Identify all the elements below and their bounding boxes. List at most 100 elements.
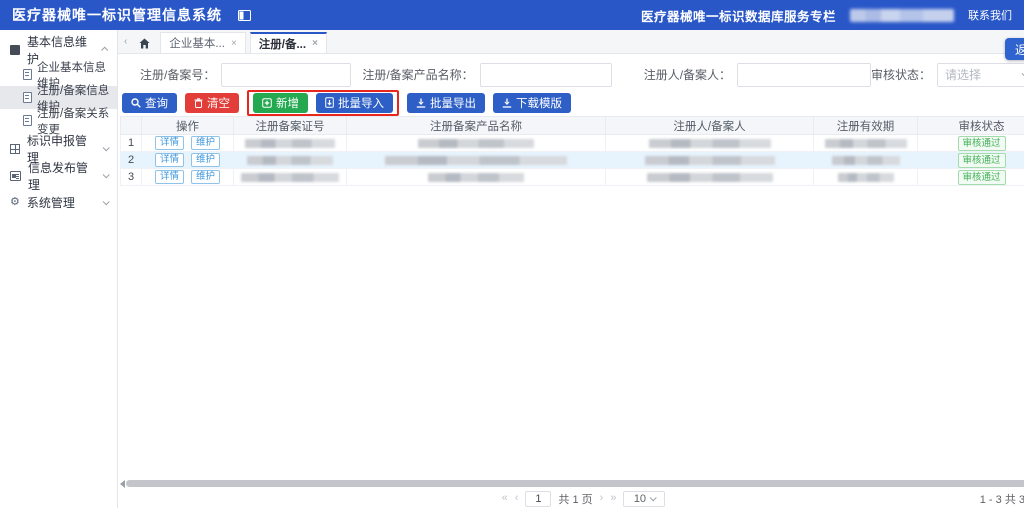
app-header: 医疗器械唯一标识管理信息系统 医疗器械唯一标识数据库服务专栏 联系我们 [0, 0, 1024, 30]
tab-enterprise-basic[interactable]: 企业基本... × [160, 32, 245, 53]
contact-us-link[interactable]: 联系我们 [968, 7, 1012, 23]
chevron-down-icon [103, 198, 110, 205]
next-page-icon[interactable]: › [600, 493, 604, 504]
cert-no-input[interactable] [221, 63, 351, 87]
redacted-text [385, 156, 567, 165]
portal-title[interactable]: 医疗器械唯一标识数据库服务专栏 [641, 6, 836, 25]
home-icon[interactable] [139, 38, 150, 49]
prev-page-icon[interactable]: ‹ [515, 493, 519, 504]
chevron-up-icon [101, 47, 108, 54]
sidebar-group-system-manage[interactable]: ⚙ 系统管理 [0, 189, 117, 216]
horizontal-scrollbar [120, 479, 1024, 488]
registrant-cell [606, 169, 814, 186]
table-row: 3 详情 维护 审核通过 [121, 169, 1024, 186]
main-content: ‹ 企业基本... × 注册/备... × › 返回 注册/备案号： 注册/备 [118, 30, 1024, 508]
audit-status-select[interactable]: 请选择 [937, 63, 1024, 87]
clear-button[interactable]: 清空 [185, 93, 239, 113]
col-operation: 操作 [142, 117, 234, 135]
audit-status-value: 请选择 [945, 66, 981, 83]
page-size-select[interactable]: 10 [623, 491, 665, 507]
scroll-left-arrow-icon[interactable] [120, 480, 125, 488]
app-title: 医疗器械唯一标识管理信息系统 [12, 5, 222, 25]
redacted-text [825, 139, 907, 148]
sidebar: 基本信息维护 企业基本信息维护 注册/备案信息维护 注册/备案关系变更 标识申报… [0, 30, 118, 508]
product-name-cell [347, 135, 606, 152]
page-number-input[interactable] [525, 491, 551, 507]
filter-cert-no: 注册/备案号： [140, 63, 351, 87]
col-registrant: 注册人/备案人 [606, 117, 814, 135]
sidebar-group-label: 系统管理 [27, 194, 75, 211]
table-row: 1 详情 维护 审核通过 [121, 135, 1024, 152]
results-table: 操作 注册备案证号 注册备案产品名称 注册人/备案人 注册有效期 审核状态 1 … [120, 116, 1024, 186]
redacted-text [832, 156, 900, 165]
pagination-bar: « ‹ 共 1 页 › » 10 1 - 3 共 3 条 [118, 489, 1024, 508]
operation-cell: 详情 维护 [142, 152, 234, 169]
col-validity: 注册有效期 [814, 117, 918, 135]
clear-button-label: 清空 [207, 95, 230, 111]
close-icon[interactable]: × [312, 38, 318, 49]
validity-cell [814, 152, 918, 169]
product-name-cell [347, 169, 606, 186]
sidebar-group-label: 信息发布管理 [28, 159, 96, 193]
maintain-button[interactable]: 维护 [191, 153, 220, 167]
status-badge: 审核通过 [958, 153, 1006, 168]
col-product-name: 注册备案产品名称 [347, 117, 606, 135]
row-number: 3 [121, 169, 142, 186]
validity-cell [814, 169, 918, 186]
table-header-row: 操作 注册备案证号 注册备案产品名称 注册人/备案人 注册有效期 审核状态 [121, 117, 1024, 135]
col-row-number [121, 117, 142, 135]
product-name-input[interactable] [480, 63, 612, 87]
redacted-text [838, 173, 894, 182]
validity-cell [814, 135, 918, 152]
detail-button[interactable]: 详情 [155, 136, 184, 150]
query-button[interactable]: 查询 [122, 93, 177, 113]
table-row: 2 详情 维护 审核通过 [121, 152, 1024, 169]
download-template-button[interactable]: 下载模版 [493, 93, 571, 113]
maintain-button[interactable]: 维护 [191, 136, 220, 150]
toolbar: 查询 清空 新增 批量导入 批量导出 [118, 90, 1024, 115]
cert-no-cell [234, 152, 347, 169]
layout-toggle-icon[interactable] [238, 10, 251, 21]
maintain-button[interactable]: 维护 [191, 170, 220, 184]
tab-scroll-left-icon[interactable]: ‹ [124, 36, 127, 47]
detail-button[interactable]: 详情 [155, 153, 184, 167]
document-icon [23, 115, 32, 126]
batch-import-button-label: 批量导入 [338, 95, 384, 111]
gear-icon: ⚙ [10, 197, 20, 208]
redacted-text [241, 173, 339, 182]
status-cell: 审核通过 [918, 152, 1024, 169]
back-button[interactable]: 返回 [1005, 38, 1024, 60]
filter-audit-status: 审核状态： 请选择 [871, 63, 1024, 87]
batch-export-button-label: 批量导出 [430, 95, 476, 111]
close-icon[interactable]: × [231, 38, 237, 49]
plus-icon [262, 98, 272, 108]
cert-no-cell [234, 169, 347, 186]
batch-export-button[interactable]: 批量导出 [407, 93, 485, 113]
user-org-redacted [850, 9, 954, 22]
detail-button[interactable]: 详情 [155, 170, 184, 184]
tab-bar: ‹ 企业基本... × 注册/备... × › [118, 30, 1024, 54]
batch-import-button[interactable]: 批量导入 [316, 93, 393, 113]
last-page-icon[interactable]: » [610, 493, 616, 504]
registrant-cell [606, 152, 814, 169]
filter-form: 注册/备案号： 注册/备案产品名称： 注册人/备案人： 审核状态： 请选择 [118, 54, 1024, 89]
scrollbar-thumb[interactable] [126, 480, 1024, 487]
operation-cell: 详情 维护 [142, 135, 234, 152]
download-icon [502, 98, 512, 108]
cert-no-cell [234, 135, 347, 152]
sidebar-group-info-publish[interactable]: 信息发布管理 [0, 162, 117, 189]
registrant-input[interactable] [737, 63, 871, 87]
filter-registrant: 注册人/备案人： [644, 63, 871, 87]
sidebar-item-registration-change[interactable]: 注册/备案关系变更 [0, 109, 117, 132]
grid-icon [10, 144, 20, 154]
record-range-text: 1 - 3 共 3 条 [980, 491, 1024, 507]
page-size-value: 10 [634, 493, 646, 505]
add-button[interactable]: 新增 [253, 93, 308, 113]
tab-registration-filing[interactable]: 注册/备... × [250, 32, 327, 53]
import-doc-icon [325, 97, 334, 108]
chevron-down-icon [103, 171, 110, 178]
first-page-icon[interactable]: « [502, 493, 508, 504]
newspaper-icon [10, 171, 21, 181]
registrant-label: 注册人/备案人： [644, 66, 731, 83]
trash-icon [194, 98, 203, 108]
